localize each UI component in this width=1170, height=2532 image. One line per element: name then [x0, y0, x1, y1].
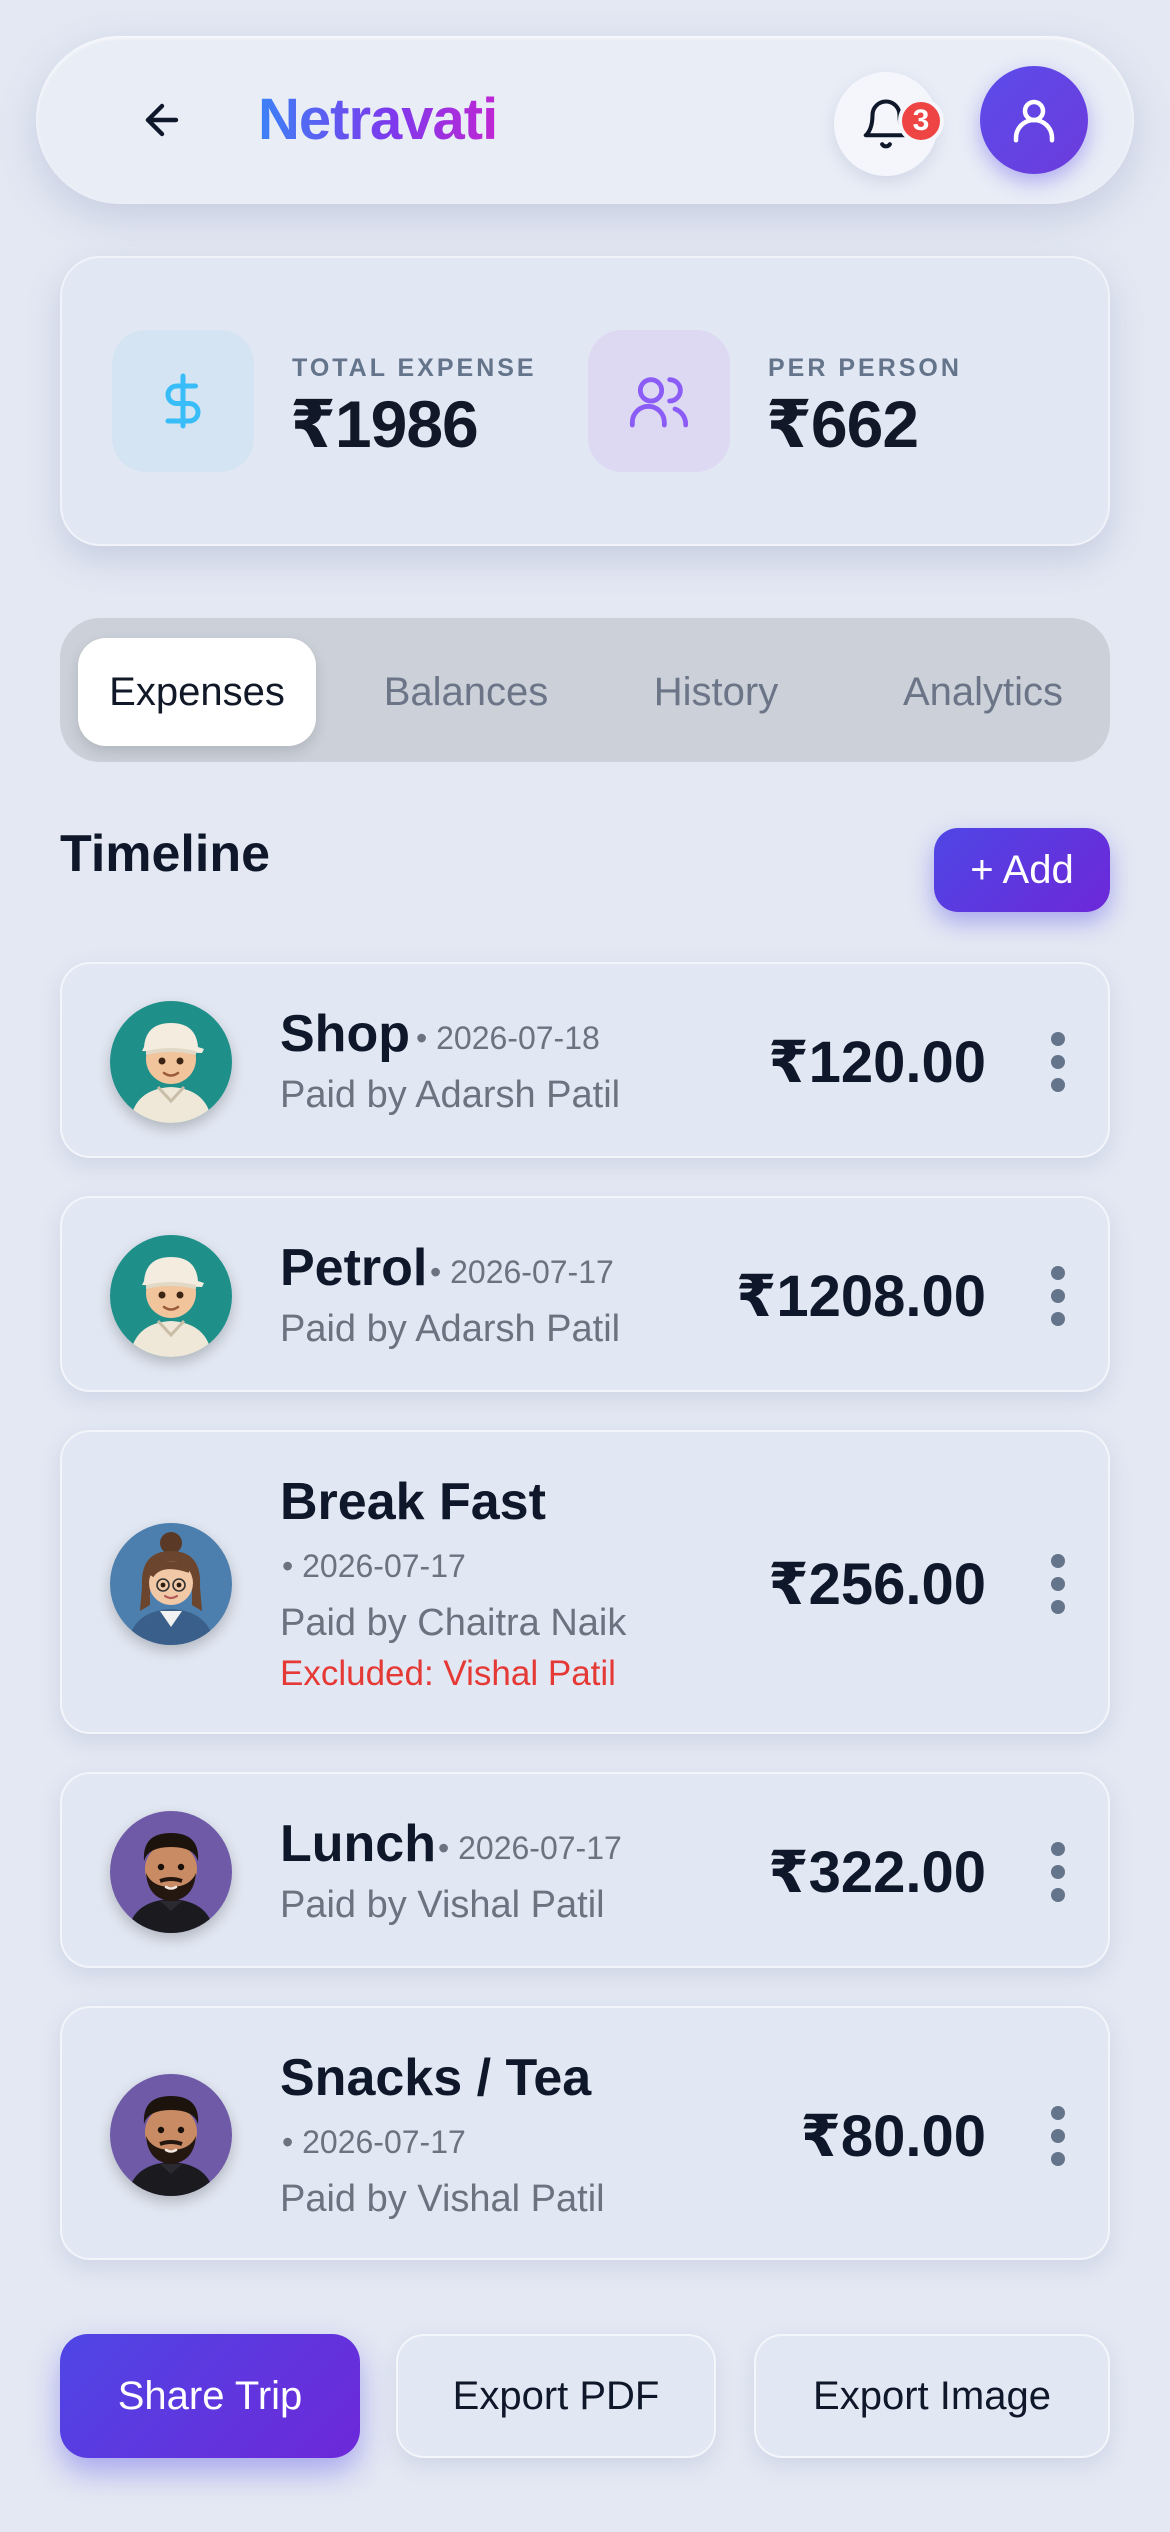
tab-history[interactable]: History [616, 638, 816, 746]
total-expense-label: TOTAL EXPENSE [292, 354, 537, 382]
tab-balances[interactable]: Balances [346, 638, 586, 746]
more-options-icon[interactable] [1038, 1842, 1078, 1902]
user-icon [1013, 99, 1055, 143]
expense-payer: Paid by Vishal Patil [280, 2178, 605, 2220]
expense-summary-card: TOTAL EXPENSE ₹1986 PER PERSON ₹662 [60, 256, 1110, 546]
bearded-man-avatar [110, 2074, 232, 2196]
per-person-value: ₹662 [766, 387, 919, 461]
export-image-button[interactable]: Export Image [754, 2334, 1110, 2458]
expense-payer: Paid by Vishal Patil [280, 1884, 605, 1926]
notification-count-badge: 3 [898, 98, 944, 144]
more-options-icon[interactable] [1038, 1266, 1078, 1326]
tab-analytics[interactable]: Analytics [868, 638, 1098, 746]
expense-card[interactable]: Lunch • 2026-07-17 Paid by Vishal Patil … [60, 1772, 1110, 1968]
expense-title: Snacks / Tea [280, 2049, 592, 2107]
expense-payer: Paid by Adarsh Patil [280, 1074, 621, 1116]
expense-date: • 2026-07-17 [282, 2124, 466, 2160]
excluded-member-note: Excluded: Vishal Patil [280, 1654, 616, 1693]
expense-title: Petrol [280, 1239, 428, 1297]
expense-amount: ₹322.00 [768, 1840, 986, 1905]
expense-title: Break Fast [280, 1473, 546, 1531]
arrow-left-icon [145, 103, 179, 137]
expense-title: Shop [280, 1005, 410, 1063]
more-options-icon[interactable] [1038, 1032, 1078, 1092]
expense-card[interactable]: Petrol • 2026-07-17 Paid by Adarsh Patil… [60, 1196, 1110, 1392]
more-options-icon[interactable] [1038, 2106, 1078, 2166]
expense-card[interactable]: Shop • 2026-07-18 Paid by Adarsh Patil ₹… [60, 962, 1110, 1158]
expense-date: • 2026-07-17 [438, 1830, 622, 1866]
boy-cap-avatar [110, 1001, 232, 1123]
boy-cap-avatar [110, 1235, 232, 1357]
expense-date: • 2026-07-17 [430, 1254, 614, 1290]
more-options-icon[interactable] [1038, 1554, 1078, 1614]
section-tabs: Expenses Balances History Analytics [60, 618, 1110, 762]
expense-card[interactable]: Break Fast • 2026-07-17 Paid by Chaitra … [60, 1430, 1110, 1734]
bearded-man-avatar [110, 1811, 232, 1933]
expense-title: Lunch [280, 1815, 436, 1873]
expense-amount: ₹256.00 [768, 1552, 986, 1617]
per-person-label: PER PERSON [768, 354, 962, 382]
girl-avatar [110, 1523, 232, 1645]
expense-amount: ₹120.00 [768, 1030, 986, 1095]
add-expense-button[interactable]: + Add [934, 828, 1110, 912]
export-pdf-button[interactable]: Export PDF [396, 2334, 716, 2458]
users-icon [629, 377, 689, 428]
profile-button[interactable] [980, 66, 1088, 174]
back-button[interactable] [132, 90, 192, 150]
total-expense-value: ₹1986 [290, 387, 479, 461]
expense-payer: Paid by Chaitra Naik [280, 1602, 627, 1644]
expense-date: • 2026-07-18 [416, 1020, 600, 1056]
expense-amount: ₹80.00 [800, 2104, 987, 2169]
share-trip-button[interactable]: Share Trip [60, 2334, 360, 2458]
top-app-bar: Netravati 3 [36, 36, 1134, 204]
per-person-icon-tile [588, 330, 730, 472]
total-expense-icon-tile [112, 330, 254, 472]
expense-amount: ₹1208.00 [735, 1264, 986, 1329]
dollar-icon [165, 373, 201, 429]
expense-date: • 2026-07-17 [282, 1548, 466, 1584]
trip-title: Netravati [258, 87, 498, 152]
timeline-heading: Timeline [60, 825, 271, 883]
expense-payer: Paid by Adarsh Patil [280, 1308, 621, 1350]
tab-expenses[interactable]: Expenses [78, 638, 316, 746]
expense-card[interactable]: Snacks / Tea • 2026-07-17 Paid by Vishal… [60, 2006, 1110, 2260]
